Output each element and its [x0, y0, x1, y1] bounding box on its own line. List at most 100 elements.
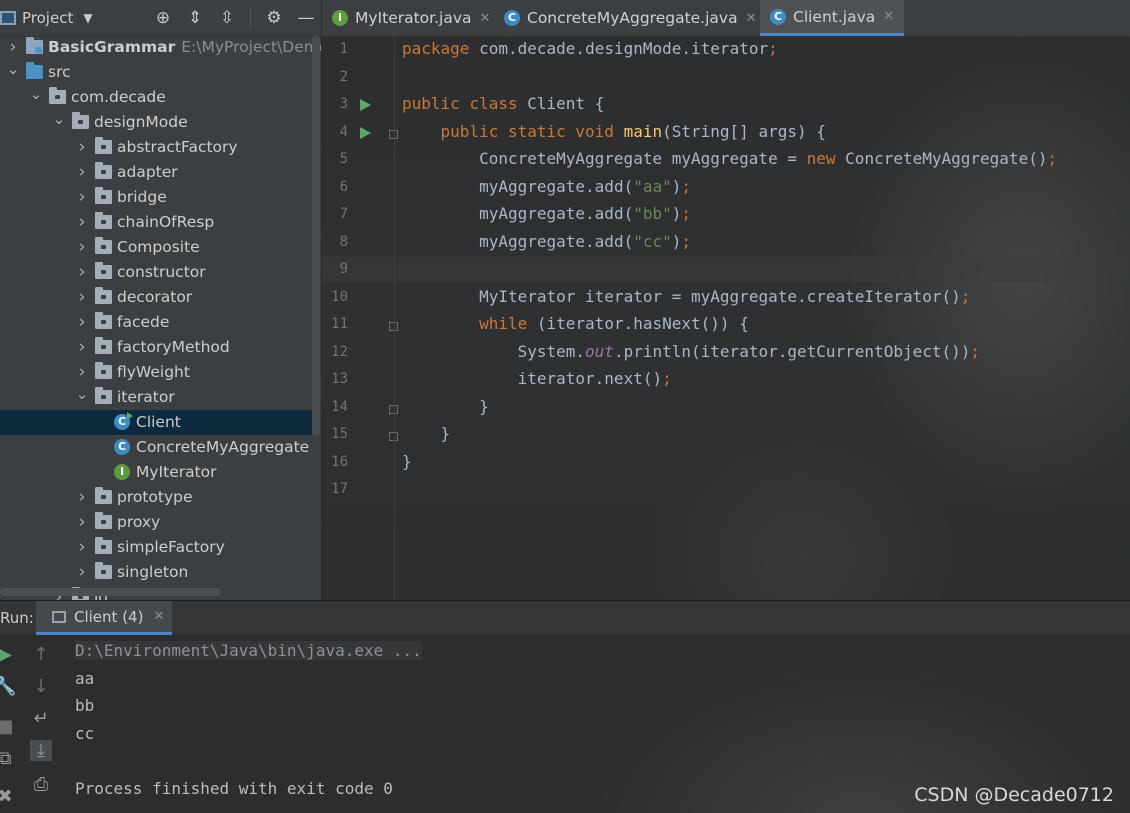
run-gutter-icon[interactable]: [360, 126, 371, 139]
tree-item[interactable]: › chainOfResp: [0, 210, 321, 235]
chevron-right-icon[interactable]: ›: [75, 235, 89, 260]
close-icon[interactable]: ✕: [746, 11, 757, 26]
rerun-icon[interactable]: ▶: [0, 644, 16, 665]
tab-concretemyaggregate[interactable]: C ConcreteMyAggregate.java ✕: [504, 0, 757, 36]
chevron-down-icon[interactable]: ⌄: [6, 60, 20, 78]
tree-item[interactable]: › constructor: [0, 260, 321, 285]
chevron-down-icon[interactable]: ⌄: [52, 110, 66, 128]
code-line[interactable]: iterator.next();: [402, 369, 672, 388]
tab-client[interactable]: C Client.java ✕: [760, 0, 905, 36]
code-token: (): [941, 286, 961, 306]
chevron-right-icon[interactable]: ›: [75, 485, 89, 510]
tree-item[interactable]: › bridge: [0, 185, 321, 210]
tree-item[interactable]: I MyIterator: [0, 460, 321, 485]
stop-icon[interactable]: ■: [0, 716, 16, 737]
tree-item[interactable]: C ConcreteMyAggregate: [0, 435, 321, 460]
tree-item[interactable]: ⌄ com.decade: [0, 85, 321, 110]
code-line[interactable]: myAggregate.add("cc");: [402, 232, 691, 251]
code-line[interactable]: MyIterator iterator = myAggregate.create…: [402, 287, 970, 306]
tree-item[interactable]: › factoryMethod: [0, 335, 321, 360]
down-arrow-icon[interactable]: ↓: [30, 676, 52, 697]
select-opened-file-icon[interactable]: ⊕: [154, 8, 172, 28]
scroll-to-end-icon[interactable]: ⤓: [30, 740, 52, 761]
tree-horizontal-scrollbar[interactable]: [0, 588, 220, 596]
tree-item-label: com.decade: [71, 85, 166, 110]
close-icon[interactable]: ✕: [883, 9, 894, 24]
code-line[interactable]: public class Client {: [402, 94, 604, 113]
print-icon[interactable]: ⎙: [30, 774, 52, 795]
chevron-right-icon[interactable]: ›: [75, 335, 89, 360]
wrench-icon[interactable]: 🔧: [0, 676, 16, 697]
chevron-down-icon[interactable]: ⌄: [75, 385, 89, 403]
project-view-selector[interactable]: Project ▼: [0, 9, 93, 27]
line-number: 16: [331, 453, 348, 470]
up-arrow-icon[interactable]: ↑: [30, 644, 52, 665]
tree-item[interactable]: › adapter: [0, 160, 321, 185]
minimize-icon[interactable]: —: [297, 8, 315, 28]
tree-item[interactable]: › decorator: [0, 285, 321, 310]
code-line[interactable]: public static void main(String[] args) {: [402, 122, 826, 141]
editor-tab-bar: I MyIterator.java ✕ C ConcreteMyAggregat…: [322, 0, 1130, 37]
tree-item[interactable]: › Composite: [0, 235, 321, 260]
chevron-right-icon[interactable]: ›: [75, 160, 89, 185]
tree-item[interactable]: › flyWeight: [0, 360, 321, 385]
pin-icon[interactable]: ✖: [0, 786, 16, 807]
package-icon: [95, 362, 112, 379]
code-line[interactable]: ConcreteMyAggregate myAggregate = new Co…: [402, 149, 1057, 168]
run-gutter-icon[interactable]: [360, 99, 371, 111]
close-icon[interactable]: ✕: [153, 609, 164, 624]
chevron-right-icon[interactable]: ›: [75, 260, 89, 285]
chevron-right-icon[interactable]: ›: [75, 560, 89, 585]
tree-item[interactable]: C Client: [0, 410, 312, 435]
code-line[interactable]: while (iterator.hasNext()) {: [402, 314, 749, 333]
console-output-line: Process finished with exit code 0: [75, 778, 393, 798]
code-token: decade: [517, 39, 576, 58]
code-line[interactable]: package com.decade.designMode.iterator;: [402, 39, 778, 58]
tree-item[interactable]: › facede: [0, 310, 321, 335]
tree-item[interactable]: › prototype: [0, 485, 321, 510]
tree-item-text: MyIterator: [136, 463, 217, 481]
tree-item[interactable]: › abstractFactory: [0, 135, 321, 160]
run-tab-client[interactable]: Client (4) ✕: [36, 601, 172, 635]
soft-wrap-icon[interactable]: ↵: [30, 708, 52, 729]
chevron-right-icon[interactable]: ›: [75, 185, 89, 210]
tree-item[interactable]: › proxy: [0, 510, 321, 535]
package-icon: [72, 112, 89, 129]
code-token: getCurrentObject: [787, 341, 942, 361]
chevron-right-icon[interactable]: ›: [75, 535, 89, 560]
chevron-right-icon[interactable]: ›: [75, 135, 89, 160]
chevron-right-icon[interactable]: ›: [75, 210, 89, 235]
tree-item[interactable]: › simpleFactory: [0, 535, 321, 560]
collapse-all-icon[interactable]: ⇳: [218, 8, 236, 28]
chevron-right-icon[interactable]: ›: [75, 285, 89, 310]
chevron-right-icon[interactable]: ›: [75, 360, 89, 385]
code-line[interactable]: }: [402, 452, 412, 471]
line-number: 12: [331, 343, 348, 360]
chevron-right-icon[interactable]: ›: [6, 35, 20, 60]
code-line[interactable]: myAggregate.add("aa");: [402, 177, 691, 196]
tab-myiterator[interactable]: I MyIterator.java ✕: [332, 0, 490, 36]
tree-item[interactable]: › singleton: [0, 560, 321, 585]
tree-item[interactable]: ⌄ designMode: [0, 110, 321, 135]
gear-icon[interactable]: ⚙: [265, 8, 283, 28]
code-line[interactable]: }: [402, 397, 489, 416]
line-number: 3: [339, 96, 348, 112]
code-token: .: [613, 341, 624, 361]
expand-all-icon[interactable]: ⇕: [186, 8, 204, 28]
code-line[interactable]: System.out.println(iterator.getCurrentOb…: [402, 342, 980, 361]
code-line[interactable]: myAggregate.add("bb");: [402, 204, 691, 223]
restore-layout-icon[interactable]: ⧉: [0, 748, 16, 769]
code-token: []: [729, 121, 749, 141]
tree-vertical-scrollbar[interactable]: [312, 36, 320, 436]
tree-item[interactable]: › BasicGrammar E:\MyProject\Demo001\: [0, 35, 321, 60]
console-output-line: bb: [75, 696, 95, 715]
chevron-right-icon[interactable]: ›: [75, 310, 89, 335]
tree-item[interactable]: ⌄ iterator: [0, 385, 321, 410]
chevron-down-icon[interactable]: ⌄: [29, 85, 43, 103]
close-icon[interactable]: ✕: [480, 11, 491, 26]
chevron-right-icon[interactable]: ›: [75, 510, 89, 535]
code-line[interactable]: }: [402, 424, 451, 443]
tree-item-label: abstractFactory: [117, 135, 238, 160]
tree-item[interactable]: ⌄ src: [0, 60, 321, 85]
